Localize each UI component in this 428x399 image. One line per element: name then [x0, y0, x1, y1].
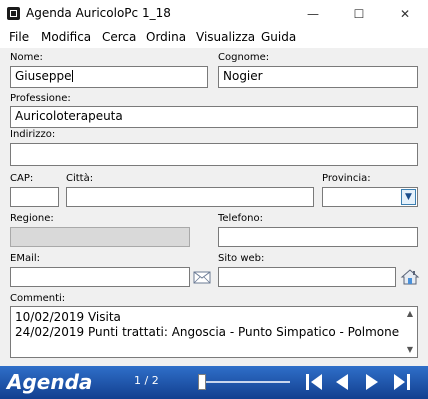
- next-record-icon[interactable]: [360, 370, 384, 394]
- email-label: EMail:: [10, 253, 40, 264]
- cognome-input[interactable]: Nogier: [218, 66, 418, 88]
- telefono-input[interactable]: [218, 227, 418, 247]
- text-caret: [71, 70, 73, 82]
- indirizzo-label: Indirizzo:: [10, 129, 56, 140]
- menu-visualizza[interactable]: Visualizza: [196, 30, 255, 44]
- navigation-bar: Agenda 1 / 2: [0, 366, 428, 399]
- sitoweb-input[interactable]: [218, 267, 396, 287]
- app-icon: [7, 7, 20, 20]
- menu-ordina[interactable]: Ordina: [146, 30, 186, 44]
- brand-label: Agenda: [7, 370, 93, 394]
- menu-bar: File Modifica Cerca Ordina Visualizza Gu…: [0, 28, 428, 48]
- comment-line: 24/02/2019 Punti trattati: Angoscia - Pu…: [15, 325, 400, 339]
- regione-input: [10, 227, 190, 247]
- menu-cerca[interactable]: Cerca: [102, 30, 136, 44]
- professione-input[interactable]: Auricoloterapeuta: [10, 106, 418, 128]
- provincia-label: Provincia:: [322, 173, 371, 184]
- last-record-icon[interactable]: [390, 370, 414, 394]
- scroll-down-icon[interactable]: ▼: [405, 345, 415, 355]
- sitoweb-label: Sito web:: [218, 253, 265, 264]
- first-record-icon[interactable]: [302, 370, 326, 394]
- menu-file[interactable]: File: [9, 30, 29, 44]
- provincia-select[interactable]: ▼: [322, 187, 418, 207]
- scroll-up-icon[interactable]: ▲: [405, 309, 415, 319]
- telefono-label: Telefono:: [218, 213, 263, 224]
- commenti-textarea[interactable]: 10/02/2019 Visita 24/02/2019 Punti tratt…: [10, 306, 418, 358]
- menu-modifica[interactable]: Modifica: [41, 30, 91, 44]
- page-counter: 1 / 2: [134, 374, 159, 387]
- comment-line: 10/02/2019 Visita: [15, 310, 121, 324]
- record-slider-track[interactable]: [198, 381, 290, 383]
- envelope-icon[interactable]: [192, 267, 212, 287]
- minimize-button[interactable]: —: [290, 0, 336, 28]
- record-slider-thumb[interactable]: [198, 374, 206, 390]
- nome-label: Nome:: [10, 52, 43, 63]
- window-title: Agenda AuricoloPc 1_18: [26, 6, 171, 20]
- email-input[interactable]: [10, 267, 190, 287]
- professione-label: Professione:: [10, 93, 71, 104]
- nome-input[interactable]: Giuseppe: [10, 66, 208, 88]
- indirizzo-input[interactable]: [10, 143, 418, 166]
- title-bar: Agenda AuricoloPc 1_18 — ☐ ✕: [0, 0, 428, 28]
- commenti-label: Commenti:: [10, 293, 66, 304]
- close-button[interactable]: ✕: [382, 0, 428, 28]
- house-icon[interactable]: [400, 267, 420, 287]
- cap-input[interactable]: [10, 187, 59, 207]
- cognome-label: Cognome:: [218, 52, 270, 63]
- citta-input[interactable]: [66, 187, 314, 207]
- maximize-button[interactable]: ☐: [336, 0, 382, 28]
- previous-record-icon[interactable]: [330, 370, 354, 394]
- regione-label: Regione:: [10, 213, 54, 224]
- contact-form: Nome: Giuseppe Cognome: Nogier Professio…: [0, 48, 428, 366]
- nome-value: Giuseppe: [15, 69, 72, 83]
- citta-label: Città:: [66, 173, 94, 184]
- cap-label: CAP:: [10, 173, 34, 184]
- menu-guida[interactable]: Guida: [261, 30, 296, 44]
- chevron-down-icon[interactable]: ▼: [401, 189, 416, 205]
